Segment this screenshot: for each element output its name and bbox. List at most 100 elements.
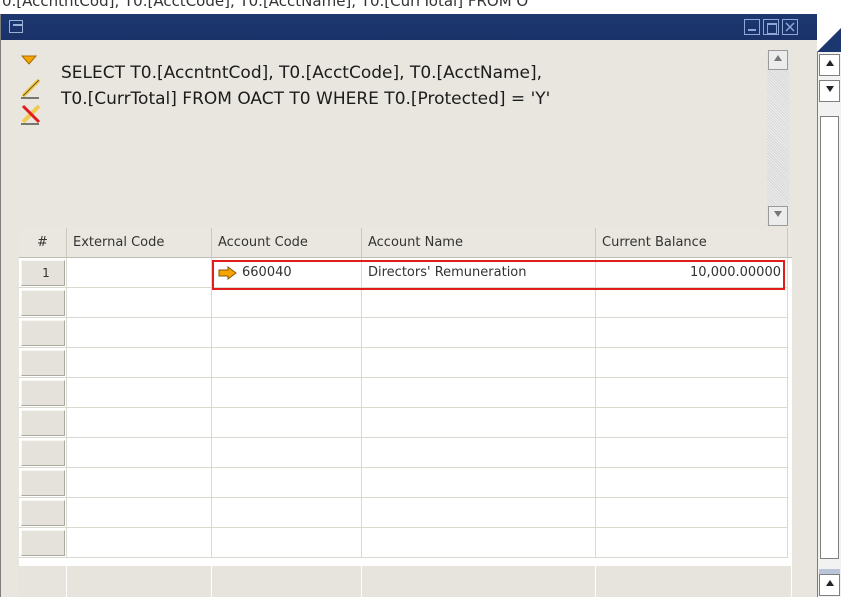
external-code-cell[interactable] xyxy=(67,318,212,348)
row-header-cell[interactable] xyxy=(19,348,67,378)
row-header-cell[interactable] xyxy=(19,498,67,528)
row-number[interactable] xyxy=(21,350,65,376)
row-number[interactable] xyxy=(21,290,65,316)
external-code-cell[interactable] xyxy=(67,468,212,498)
title-bar[interactable] xyxy=(1,14,818,40)
footer-cell xyxy=(67,566,212,597)
query-toolbar xyxy=(9,50,53,226)
account-name-cell[interactable] xyxy=(362,408,596,438)
row-number[interactable] xyxy=(21,380,65,406)
current-balance-cell[interactable] xyxy=(596,288,788,318)
external-code-cell[interactable] xyxy=(67,528,212,558)
current-balance-cell[interactable] xyxy=(596,318,788,348)
minimize-button[interactable] xyxy=(744,19,760,35)
account-code-cell[interactable] xyxy=(212,378,362,408)
external-code-cell[interactable] xyxy=(67,258,212,288)
current-balance-cell[interactable] xyxy=(596,468,788,498)
row-header-cell[interactable] xyxy=(19,468,67,498)
account-code-cell[interactable] xyxy=(212,408,362,438)
row-header-cell[interactable] xyxy=(19,528,67,558)
account-code-value: 660040 xyxy=(242,265,292,280)
scroll-up-button-bottom[interactable] xyxy=(819,574,840,596)
account-name-cell[interactable] xyxy=(362,438,596,468)
account-code-cell[interactable] xyxy=(212,288,362,318)
table-row[interactable] xyxy=(19,438,792,468)
account-name-cell[interactable] xyxy=(362,468,596,498)
account-name-cell[interactable]: Directors' Remuneration xyxy=(362,258,596,288)
window-menu-icon[interactable] xyxy=(9,20,23,33)
scroll-up-button[interactable] xyxy=(819,54,840,76)
account-name-cell[interactable] xyxy=(362,378,596,408)
maximize-button[interactable] xyxy=(763,19,779,35)
account-code-cell[interactable] xyxy=(212,528,362,558)
column-header-current-balance[interactable]: Current Balance xyxy=(596,228,788,258)
close-button[interactable] xyxy=(782,19,798,35)
column-header-account-name[interactable]: Account Name xyxy=(362,228,596,258)
row-header-cell[interactable] xyxy=(19,318,67,348)
query-scroll-down-button[interactable] xyxy=(768,206,788,226)
account-code-cell[interactable] xyxy=(212,498,362,528)
current-balance-cell[interactable] xyxy=(596,498,788,528)
account-name-cell[interactable] xyxy=(362,498,596,528)
current-balance-cell[interactable] xyxy=(596,348,788,378)
account-name-cell[interactable] xyxy=(362,318,596,348)
row-number[interactable] xyxy=(21,470,65,496)
table-row[interactable]: 1 660040 Directors' Remuneration 10,000.… xyxy=(19,258,792,288)
footer-cell xyxy=(362,566,596,597)
row-header-cell[interactable] xyxy=(19,378,67,408)
table-row[interactable] xyxy=(19,498,792,528)
row-header-cell[interactable]: 1 xyxy=(19,258,67,288)
account-code-cell[interactable] xyxy=(212,438,362,468)
external-code-cell[interactable] xyxy=(67,288,212,318)
table-row[interactable] xyxy=(19,468,792,498)
row-header-cell[interactable] xyxy=(19,288,67,318)
row-number[interactable] xyxy=(21,320,65,346)
account-name-cell[interactable] xyxy=(362,528,596,558)
row-number[interactable] xyxy=(21,500,65,526)
query-text[interactable]: SELECT T0.[AccntntCod], T0.[AcctCode], T… xyxy=(61,60,751,112)
query-editor[interactable]: SELECT T0.[AccntntCod], T0.[AcctCode], T… xyxy=(55,50,809,226)
row-number[interactable]: 1 xyxy=(21,260,65,286)
outer-scrollbar[interactable] xyxy=(817,52,841,597)
account-name-cell[interactable] xyxy=(362,288,596,318)
column-header-account-code[interactable]: Account Code xyxy=(212,228,362,258)
table-row[interactable] xyxy=(19,408,792,438)
external-code-cell[interactable] xyxy=(67,348,212,378)
table-row[interactable] xyxy=(19,348,792,378)
external-code-cell[interactable] xyxy=(67,408,212,438)
row-header-cell[interactable] xyxy=(19,438,67,468)
table-row[interactable] xyxy=(19,318,792,348)
clear-pencil-icon[interactable] xyxy=(19,102,43,126)
execute-arrow-icon[interactable] xyxy=(19,54,43,78)
external-code-cell[interactable] xyxy=(67,378,212,408)
table-row[interactable] xyxy=(19,378,792,408)
table-row[interactable] xyxy=(19,288,792,318)
grid-header: # External Code Account Code Account Nam… xyxy=(19,228,792,258)
current-balance-cell[interactable] xyxy=(596,378,788,408)
row-number[interactable] xyxy=(21,410,65,436)
current-balance-cell[interactable]: 10,000.00000 xyxy=(596,258,788,288)
row-number[interactable] xyxy=(21,440,65,466)
current-balance-cell[interactable] xyxy=(596,528,788,558)
row-number[interactable] xyxy=(21,530,65,556)
query-scroll-up-button[interactable] xyxy=(768,50,788,70)
column-header-external-code[interactable]: External Code xyxy=(67,228,212,258)
account-code-cell[interactable]: 660040 xyxy=(212,258,362,288)
table-row[interactable] xyxy=(19,528,792,558)
scrollbar-thumb[interactable] xyxy=(820,116,839,559)
current-balance-cell[interactable] xyxy=(596,408,788,438)
external-code-cell[interactable] xyxy=(67,498,212,528)
external-code-cell[interactable] xyxy=(67,438,212,468)
edit-pencil-icon[interactable] xyxy=(19,76,43,100)
account-name-cell[interactable] xyxy=(362,348,596,378)
link-arrow-icon[interactable] xyxy=(218,265,238,280)
column-header-number[interactable]: # xyxy=(19,228,67,258)
scroll-down-button[interactable] xyxy=(819,80,840,102)
account-code-cell[interactable] xyxy=(212,318,362,348)
account-code-cell[interactable] xyxy=(212,468,362,498)
scroll-down-icon xyxy=(774,211,782,217)
account-code-cell[interactable] xyxy=(212,348,362,378)
current-balance-cell[interactable] xyxy=(596,438,788,468)
row-header-cell[interactable] xyxy=(19,408,67,438)
query-scrollbar[interactable] xyxy=(767,50,789,226)
